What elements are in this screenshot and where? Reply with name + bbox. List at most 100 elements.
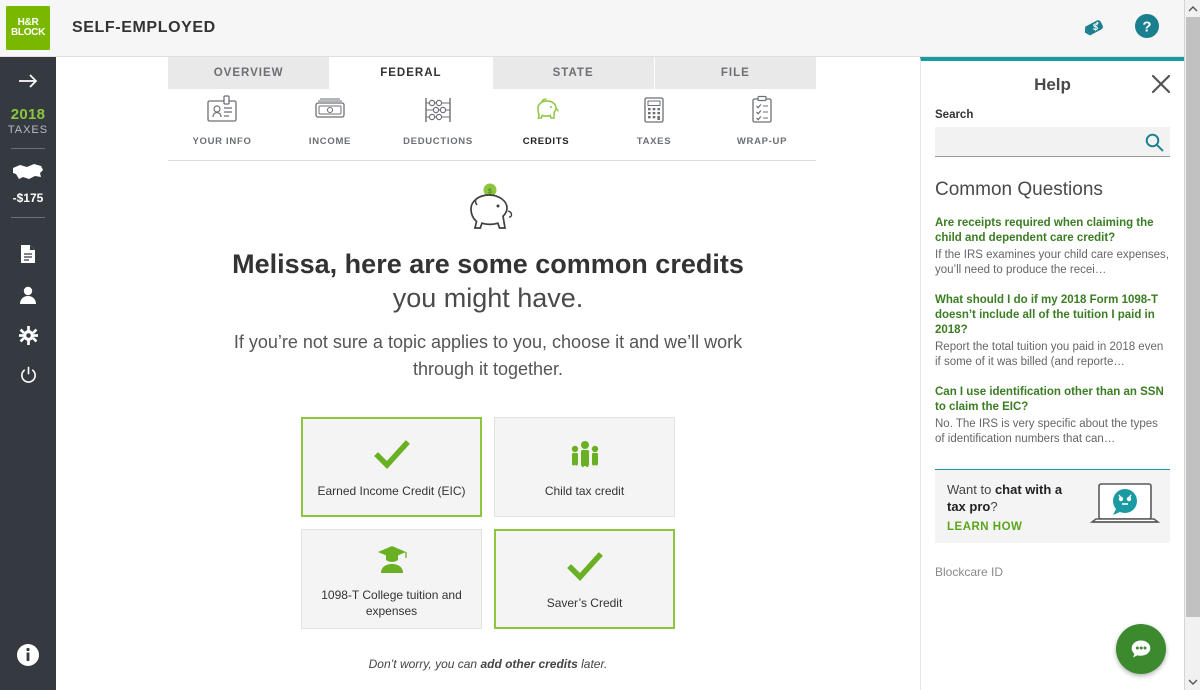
info-circle-icon[interactable]: [16, 643, 40, 672]
credit-card-1098t[interactable]: 1098-T College tuition and expenses: [301, 529, 482, 629]
left-rail: 2018 TAXES -$175: [0, 57, 56, 690]
hero-subhead: If you’re not sure a topic applies to yo…: [233, 332, 743, 379]
promo-text: Want to chat with a tax pro? LEARN HOW: [935, 481, 1065, 533]
footnote-prefix: Don’t worry, you can: [368, 657, 481, 671]
svg-text:?: ?: [1142, 18, 1151, 35]
chevron-down-icon[interactable]: [1185, 673, 1200, 690]
chat-bubble-icon[interactable]: [1116, 624, 1166, 674]
search-label: Search: [935, 109, 974, 121]
check-icon: [566, 548, 604, 586]
subnav-item-credits[interactable]: CREDITS: [492, 95, 600, 160]
subnav-label-your-info: YOUR INFO: [192, 136, 252, 147]
blockcare-id: Blockcare ID: [935, 565, 1004, 579]
power-icon[interactable]: [19, 366, 38, 390]
promo-line-2: tax pro?: [947, 498, 1065, 515]
main-content: OVERVIEW FEDERAL STATE FILE YOUR INFO IN…: [56, 57, 920, 690]
faq-item: Are receipts required when claiming the …: [935, 216, 1170, 278]
tab-overview[interactable]: OVERVIEW: [168, 57, 331, 89]
subnav-item-wrap-up[interactable]: WRAP-UP: [708, 95, 816, 160]
search-icon[interactable]: [1144, 132, 1164, 155]
faq-item: Can I use identification other than an S…: [935, 385, 1170, 447]
document-icon[interactable]: [19, 244, 37, 269]
laptop-chat-icon: [1086, 478, 1164, 541]
rail-icon-list: [18, 244, 38, 390]
faq-answer: If the IRS examines your child care expe…: [935, 249, 1169, 276]
chevron-up-icon[interactable]: [1185, 0, 1200, 17]
faq-item: What should I do if my 2018 Form 1098-T …: [935, 293, 1170, 370]
subnav-label-wrap-up: WRAP-UP: [736, 136, 788, 147]
tab-state[interactable]: STATE: [492, 57, 655, 89]
help-body: Search Common Questions Are receipts req…: [921, 109, 1184, 543]
question-circle-icon[interactable]: ?: [1134, 13, 1160, 44]
graduate-icon: [373, 540, 411, 578]
page-title: SELF-EMPLOYED: [72, 19, 216, 36]
app-root: H&R BLOCK SELF-EMPLOYED $ ? 2018 TAXES -…: [0, 0, 1200, 690]
faq-answer: No. The IRS is very specific about the t…: [935, 418, 1158, 445]
person-icon[interactable]: [19, 285, 37, 310]
rail-divider-2: [11, 217, 45, 218]
tax-year: 2018: [10, 106, 46, 123]
hero-headline-bold: Melissa, here are some common credits: [232, 249, 744, 279]
footnote-suffix: later.: [577, 657, 608, 671]
credit-card-savers[interactable]: Saver’s Credit: [494, 529, 675, 629]
gear-icon[interactable]: [18, 326, 38, 350]
close-icon[interactable]: [1150, 73, 1172, 100]
chat-tax-pro-promo[interactable]: Want to chat with a tax pro? LEARN HOW: [935, 469, 1170, 543]
credit-card-child-tax[interactable]: Child tax credit: [494, 417, 675, 517]
promo-line-1-prefix: Want to: [947, 481, 995, 497]
credit-card-savers-label: Saver’s Credit: [546, 595, 623, 610]
subnav-item-deductions[interactable]: DEDUCTIONS: [384, 95, 492, 160]
search-input[interactable]: [935, 127, 1170, 156]
rail-divider-1: [11, 148, 45, 149]
subnav-item-your-info[interactable]: YOUR INFO: [168, 95, 276, 160]
price-tag-dollar-icon[interactable]: $: [1082, 13, 1108, 44]
hero-headline-rest: you might have.: [392, 283, 584, 313]
refund-amount: -$175: [12, 191, 44, 205]
subnav-label-income: INCOME: [308, 136, 352, 147]
subnav-label-taxes: TAXES: [636, 136, 672, 147]
scrollbar-thumb[interactable]: [1186, 17, 1200, 617]
primary-tabs: OVERVIEW FEDERAL STATE FILE: [168, 57, 816, 89]
faq-answer: Report the total tuition you paid in 201…: [935, 341, 1164, 368]
search-field-wrapper: [935, 127, 1170, 157]
credit-card-eic-label: Earned Income Credit (EIC): [317, 483, 466, 498]
subnav-item-income[interactable]: INCOME: [276, 95, 384, 160]
tab-file[interactable]: FILE: [654, 57, 816, 89]
faq-question[interactable]: Can I use identification other than an S…: [935, 385, 1170, 415]
page-scrollbar[interactable]: [1184, 0, 1200, 690]
faq-question[interactable]: Are receipts required when claiming the …: [935, 216, 1170, 246]
subnav-label-deductions: DEDUCTIONS: [403, 136, 473, 147]
banknote-icon: [313, 95, 347, 130]
logo-line-2: BLOCK: [10, 27, 46, 38]
tab-federal[interactable]: FEDERAL: [330, 57, 493, 89]
hrblock-logo[interactable]: H&R BLOCK: [6, 6, 50, 50]
calculator-icon: [637, 95, 671, 130]
svg-text:$: $: [1093, 22, 1098, 32]
hero-headline: Melissa, here are some common credits yo…: [208, 247, 768, 315]
faq-question[interactable]: What should I do if my 2018 Form 1098-T …: [935, 293, 1170, 338]
header-actions: $ ?: [1082, 13, 1160, 44]
learn-how-link[interactable]: LEARN HOW: [947, 521, 1065, 533]
federal-subnav: YOUR INFO INCOME DEDUCTIONS CREDITS TAXE…: [168, 89, 816, 161]
abacus-icon: [421, 95, 455, 130]
piggy-bank-icon: [529, 95, 563, 130]
us-map-icon[interactable]: [11, 161, 45, 188]
tab-overview-label: OVERVIEW: [213, 67, 284, 79]
help-panel: Help Search Common Questions Are receipt…: [920, 57, 1184, 690]
footnote-link[interactable]: add other credits: [480, 657, 577, 671]
promo-line-1: Want to chat with a: [947, 481, 1065, 498]
promo-line-2-bold: tax pro: [947, 498, 991, 514]
id-badge-icon: [205, 95, 239, 130]
credit-card-child-tax-label: Child tax credit: [544, 483, 625, 498]
common-questions-title: Common Questions: [935, 179, 1103, 200]
promo-line-2-suffix: ?: [990, 498, 998, 514]
credit-card-grid: Earned Income Credit (EIC) Child tax cre…: [301, 417, 675, 629]
promo-line-1-bold: chat with a: [994, 481, 1063, 497]
credit-card-eic[interactable]: Earned Income Credit (EIC): [301, 417, 482, 517]
subnav-item-taxes[interactable]: TAXES: [600, 95, 708, 160]
subnav-label-credits: CREDITS: [522, 136, 570, 147]
tab-federal-label: FEDERAL: [380, 67, 442, 79]
clipboard-check-icon: [745, 95, 779, 130]
piggy-bank-coin-icon: $: [56, 183, 920, 235]
arrow-right-icon[interactable]: [16, 71, 40, 96]
